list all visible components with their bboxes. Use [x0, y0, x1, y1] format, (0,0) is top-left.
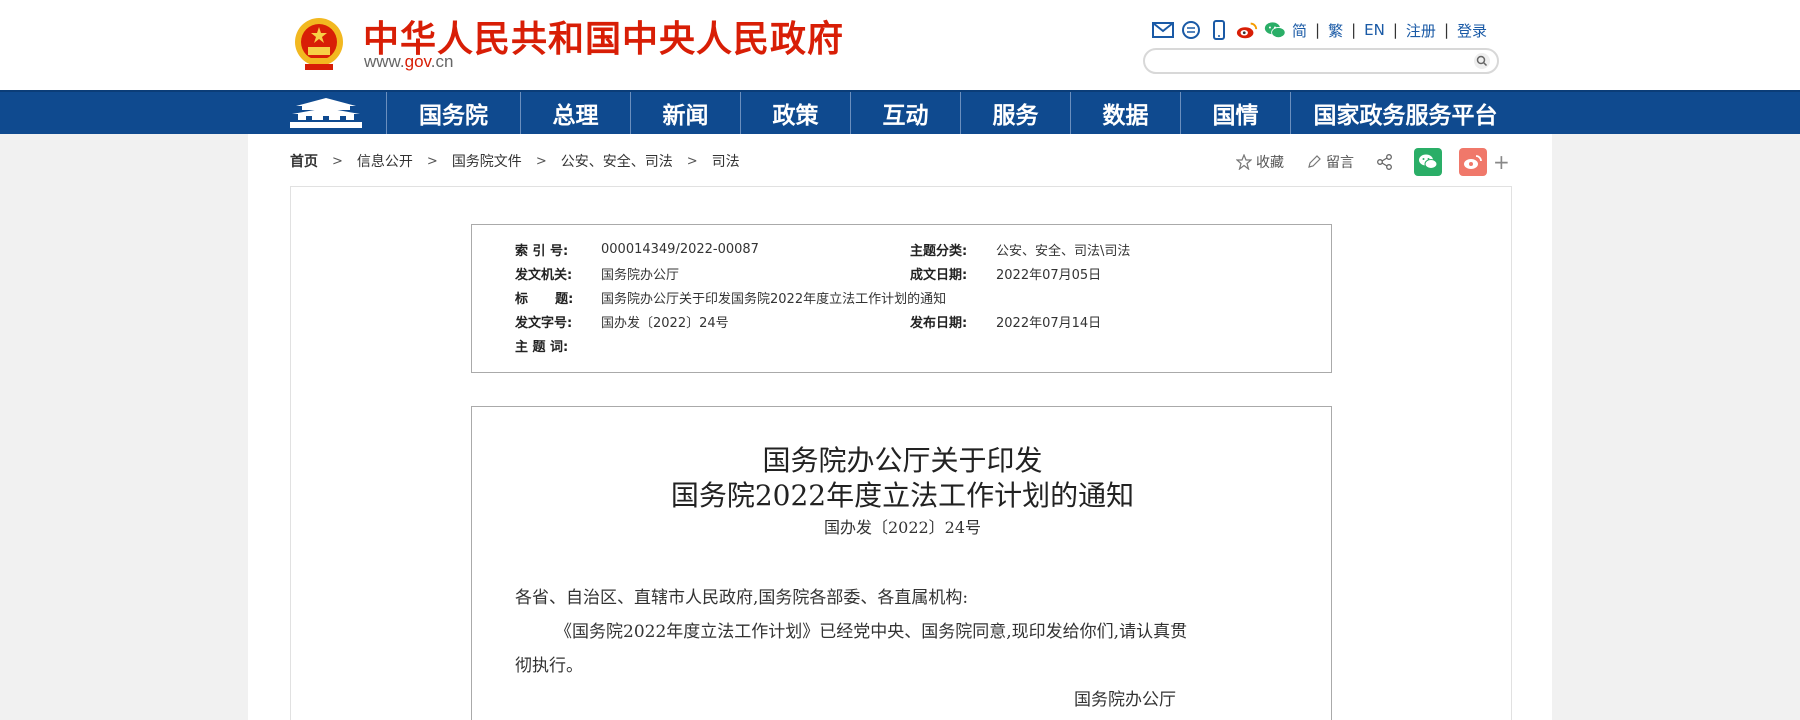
info-value: 000014349/2022-00087: [601, 241, 759, 257]
util-separator: |: [1351, 21, 1357, 39]
info-label: 标 题:: [515, 291, 574, 307]
weibo-share-button[interactable]: [1459, 148, 1487, 176]
site-url[interactable]: www.gov.cn: [364, 52, 453, 72]
star-icon: [1236, 154, 1252, 170]
pencil-icon: [1308, 155, 1321, 168]
info-row-category: 主题分类: 公安、安全、司法\司法: [910, 239, 1130, 259]
share-button[interactable]: [1376, 153, 1394, 171]
document-title-line1: 国务院办公厅关于印发: [762, 444, 1043, 477]
link-english[interactable]: EN: [1364, 21, 1385, 39]
more-share-button[interactable]: +: [1493, 150, 1510, 174]
wechat-share-button[interactable]: [1414, 148, 1442, 176]
link-simplified[interactable]: 简: [1292, 20, 1307, 41]
info-row-issuer: 发文机关: 国务院办公厅: [515, 263, 679, 283]
wechat-icon: [1419, 154, 1438, 169]
chevron-right-icon: >: [426, 153, 438, 169]
info-label: 主题分类:: [910, 243, 968, 259]
info-row-written-date: 成文日期: 2022年07月05日: [910, 263, 1101, 283]
breadcrumb: 首页 > 信息公开 > 国务院文件 > 公安、安全、司法 > 司法: [290, 150, 740, 172]
weibo-icon[interactable]: [1236, 19, 1258, 41]
info-value: 2022年07月14日: [996, 315, 1102, 331]
search-input[interactable]: [1157, 52, 1457, 70]
mail-icon[interactable]: [1152, 19, 1174, 41]
info-label: 主 题 词:: [515, 339, 569, 355]
util-separator: |: [1443, 21, 1449, 39]
info-row-publish-date: 发布日期: 2022年07月14日: [910, 311, 1101, 331]
chat-icon[interactable]: [1180, 19, 1202, 41]
info-row-doc-number: 发文字号: 国办发〔2022〕24号: [515, 311, 729, 331]
document-info-box: 索 引 号: 000014349/2022-00087 主题分类: 公安、安全、…: [471, 224, 1332, 373]
national-emblem-icon[interactable]: [292, 14, 346, 74]
mobile-icon[interactable]: [1208, 19, 1230, 41]
info-row-keywords: 主 题 词:: [515, 335, 601, 355]
breadcrumb-info-disclosure[interactable]: 信息公开: [357, 151, 413, 171]
info-row-title: 标 题: 国务院办公厅关于印发国务院2022年度立法工作计划的通知: [515, 287, 946, 307]
link-traditional[interactable]: 繁: [1328, 20, 1343, 41]
document-salutation: 各省、自治区、直辖市人民政府,国务院各部委、各直属机构:: [515, 588, 969, 608]
breadcrumb-home[interactable]: 首页: [290, 151, 318, 171]
chevron-right-icon: >: [332, 153, 343, 169]
nav-item-premier[interactable]: 总理: [520, 92, 630, 134]
document-number: 国办发〔2022〕24号: [823, 518, 982, 537]
share-icon: [1377, 154, 1392, 170]
nav-item-services[interactable]: 服务: [960, 92, 1070, 134]
site-header: 中华人民共和国中央人民政府 www.gov.cn 简 | 繁 | EN | 注册…: [0, 0, 1800, 90]
nav-item-gov-service-platform[interactable]: 国家政务服务平台: [1290, 92, 1520, 134]
weibo-icon: [1464, 155, 1482, 169]
info-value: 国务院办公厅: [601, 267, 680, 283]
nav-item-state-council[interactable]: 国务院: [386, 92, 520, 134]
info-value: 2022年07月05日: [996, 267, 1102, 283]
site-url-gov: gov: [404, 52, 431, 71]
breadcrumb-public-security[interactable]: 公安、安全、司法: [561, 151, 673, 171]
info-value: 公安、安全、司法\司法: [996, 243, 1131, 259]
comment-label: 留言: [1326, 155, 1354, 171]
info-label: 索 引 号:: [515, 243, 569, 259]
favorite-button[interactable]: 收藏: [1236, 152, 1284, 172]
document-body: 国务院办公厅关于印发 国务院2022年度立法工作计划的通知 国办发〔2022〕2…: [471, 406, 1332, 720]
nav-item-news[interactable]: 新闻: [630, 92, 740, 134]
nav-item-national-info[interactable]: 国情: [1180, 92, 1290, 134]
util-separator: |: [1392, 21, 1398, 39]
chevron-right-icon: >: [535, 153, 547, 169]
nav-item-interaction[interactable]: 互动: [850, 92, 960, 134]
info-label: 发布日期:: [910, 315, 968, 331]
site-url-prefix: www.: [364, 52, 405, 71]
util-separator: |: [1315, 21, 1321, 39]
favorite-label: 收藏: [1256, 155, 1284, 171]
info-label: 发文字号:: [515, 315, 573, 331]
article-tools: 收藏 留言 +: [1236, 148, 1510, 176]
site-url-suffix: .cn: [430, 52, 454, 71]
info-label: 发文机关:: [515, 267, 573, 283]
wechat-icon[interactable]: [1264, 19, 1286, 41]
breadcrumb-judicial[interactable]: 司法: [712, 151, 740, 171]
document-signature: 国务院办公厅: [1074, 690, 1176, 710]
search-box: [1143, 48, 1499, 74]
search-icon[interactable]: [1473, 52, 1491, 70]
info-row-index: 索 引 号: 000014349/2022-00087: [515, 239, 759, 259]
chevron-right-icon: >: [686, 153, 698, 169]
breadcrumb-state-council-docs[interactable]: 国务院文件: [452, 151, 522, 171]
nav-item-policy[interactable]: 政策: [740, 92, 850, 134]
document-paragraph: 《国务院2022年度立法工作计划》已经党中央、国务院同意,现印发给你们,请认真贯: [555, 622, 1188, 642]
tiananmen-icon[interactable]: [286, 94, 366, 132]
main-nav: 国务院 总理 新闻 政策 互动 服务 数据 国情 国家政务服务平台: [0, 90, 1800, 134]
info-label: 成文日期:: [910, 267, 968, 283]
nav-items: 国务院 总理 新闻 政策 互动 服务 数据 国情 国家政务服务平台: [386, 92, 1520, 134]
utility-bar: 简 | 繁 | EN | 注册 | 登录: [1152, 18, 1487, 42]
info-value: 国办发〔2022〕24号: [601, 315, 729, 331]
link-login[interactable]: 登录: [1457, 20, 1487, 41]
document-paragraph-continued: 彻执行。: [515, 656, 583, 676]
comment-button[interactable]: 留言: [1306, 152, 1354, 172]
info-value: 国务院办公厅关于印发国务院2022年度立法工作计划的通知: [601, 291, 947, 307]
document-title-line2: 国务院2022年度立法工作计划的通知: [670, 479, 1135, 512]
link-register[interactable]: 注册: [1406, 20, 1436, 41]
nav-item-data[interactable]: 数据: [1070, 92, 1180, 134]
